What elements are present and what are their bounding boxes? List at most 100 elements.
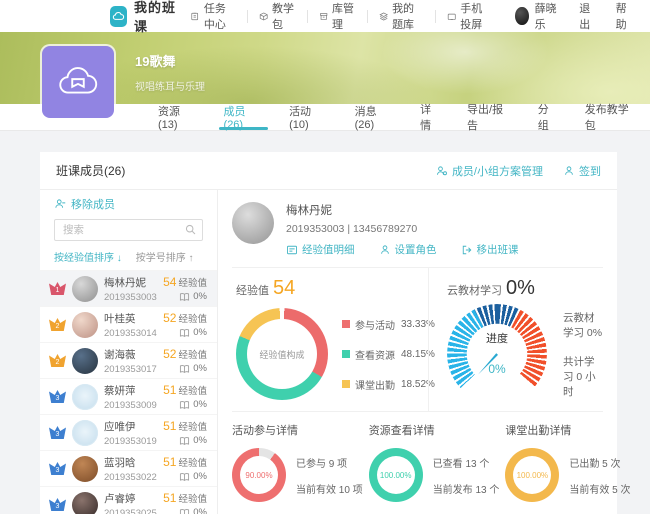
member-avatar — [72, 276, 98, 302]
checkin-button[interactable]: 签到 — [563, 163, 601, 179]
activity-donut-chart — [232, 448, 286, 502]
set-role-link[interactable]: 设置角色 — [379, 242, 437, 257]
person-minus-icon — [54, 198, 66, 210]
tab-members[interactable]: 成员(26) — [211, 104, 277, 130]
member-id: 2019353022 — [104, 472, 157, 483]
sort-by-id-button[interactable]: 按学号排序 ↑ — [136, 249, 194, 264]
sort-controls: 按经验值排序 ↓ 按学号排序 ↑ — [54, 249, 203, 264]
class-name: 19歌舞 — [135, 51, 205, 70]
member-id: 2019353009 — [104, 400, 157, 411]
member-name: 蓝羽晗 — [104, 455, 157, 470]
sort-by-exp-button[interactable]: 按经验值排序 ↓ — [54, 249, 122, 264]
profile-name: 梅林丹妮 — [286, 202, 519, 218]
member-row-7[interactable]: 3 卢睿婷 2019353025 51经验值 0% — [40, 486, 217, 514]
cloud-logo-icon — [110, 6, 127, 27]
nav-library-manage[interactable]: 库管理 — [308, 0, 367, 32]
user-name[interactable]: 薛晓乐 — [535, 0, 570, 32]
tab-resources[interactable]: 资源(13) — [145, 104, 211, 130]
member-row-5[interactable]: 3 应唯伊 2019353019 51经验值 0% — [40, 414, 217, 450]
member-row-4[interactable]: 3 蔡妍萍 2019353009 51经验值 0% — [40, 378, 217, 414]
attendance-present-text: 已出勤 5 次 — [569, 455, 630, 470]
member-exp: 52经验值 — [163, 311, 207, 325]
help-button[interactable]: 帮助 — [606, 0, 642, 32]
member-exp: 51经验值 — [163, 383, 207, 397]
attendance-total-text: 当前有效 5 次 — [569, 481, 630, 496]
rank-crown-icon: 3 — [49, 426, 66, 439]
tab-messages[interactable]: 消息(26) — [342, 104, 408, 130]
search-icon[interactable] — [184, 223, 197, 236]
exp-detail-link[interactable]: 经验值明细 — [286, 242, 355, 257]
tab-activities[interactable]: 活动(10) — [276, 104, 342, 130]
search-input[interactable] — [54, 219, 203, 241]
member-id: 2019353014 — [104, 328, 157, 339]
card-body: 移除成员 按经验值排序 ↓ 按学号排序 ↑ 1 梅林丹妮 — [40, 190, 617, 514]
member-study: 0% — [163, 291, 207, 302]
member-row-3[interactable]: 2 谢海薇 2019353017 52经验值 0% — [40, 342, 217, 378]
group-plan-manage-button[interactable]: 成员/小组方案管理 — [436, 163, 543, 179]
navbar-right: 任务中心 教学包 库管理 我的题库 手机投屏 薛晓乐 退出 帮助 — [179, 0, 642, 32]
nav-task-center[interactable]: 任务中心 — [179, 0, 246, 32]
member-avatar — [72, 312, 98, 338]
member-id: 2019353025 — [104, 508, 157, 514]
tab-publish-pack[interactable]: 发布教学包 — [572, 104, 650, 130]
member-study: 0% — [163, 507, 207, 514]
member-row-2[interactable]: 2 叶桂英 2019353014 52经验值 0% — [40, 306, 217, 342]
legend-swatch — [342, 320, 350, 328]
member-name: 应唯伊 — [104, 419, 157, 434]
book-icon — [179, 436, 190, 446]
app-title: 我的班课 — [134, 0, 179, 35]
member-id: 2019353003 — [104, 292, 157, 303]
phone-icon — [447, 10, 456, 23]
member-list-panel: 移除成员 按经验值排序 ↓ 按学号排序 ↑ 1 梅林丹妮 — [40, 190, 218, 514]
cloud-study-hours-text: 共计学习 0 小时 — [563, 354, 603, 399]
member-row-6[interactable]: 3 蓝羽晗 2019353022 51经验值 0% — [40, 450, 217, 486]
rank-crown-icon: 1 — [49, 282, 66, 295]
user-avatar[interactable] — [515, 7, 528, 25]
nav-question-bank[interactable]: 我的题库 — [368, 0, 435, 32]
profile-avatar — [232, 202, 274, 244]
remove-member-button[interactable]: 移除成员 — [54, 196, 203, 212]
member-study: 0% — [163, 363, 207, 374]
package-icon — [259, 10, 268, 23]
legend-item: 查看资源48.15% — [342, 347, 435, 362]
member-row-1[interactable]: 1 梅林丹妮 2019353003 54经验值 0% — [40, 270, 217, 306]
member-list: 1 梅林丹妮 2019353003 54经验值 0% 2 — [40, 270, 217, 514]
tab-details[interactable]: 详情 — [407, 104, 454, 130]
attendance-detail-title: 课堂出勤详情 — [505, 422, 630, 438]
tab-groups[interactable]: 分组 — [525, 104, 572, 130]
person-check-icon — [563, 165, 575, 177]
member-name: 蔡妍萍 — [104, 383, 157, 398]
class-info: 19歌舞 视唱练耳与乐理 — [135, 51, 205, 93]
member-search — [54, 219, 203, 241]
member-study: 0% — [163, 471, 207, 482]
member-avatar — [72, 492, 98, 514]
experience-value: 54 — [273, 277, 295, 299]
resource-detail-panel: 资源查看详情 已查看 13 个 当前发布 13 个 — [369, 422, 506, 514]
member-study: 0% — [163, 327, 207, 338]
layers-icon — [379, 10, 388, 23]
logout-button[interactable]: 退出 — [569, 0, 605, 32]
progress-gauge-chart: 进度 0% — [447, 304, 547, 404]
app-logo[interactable]: 我的班课 — [110, 0, 179, 35]
experience-donut-chart — [236, 308, 328, 400]
member-exp: 51经验值 — [163, 455, 207, 469]
resource-detail-title: 资源查看详情 — [369, 422, 500, 438]
member-study: 0% — [163, 435, 207, 446]
member-avatar — [72, 348, 98, 374]
charts-row: 经验值54 参与活动33.33% 查看资源48.15% 课堂出勤18.52% — [232, 267, 603, 411]
activity-joined-text: 已参与 9 项 — [296, 455, 363, 470]
member-name: 卢睿婷 — [104, 491, 157, 506]
nav-screen-cast[interactable]: 手机投屏 — [436, 0, 503, 32]
activity-detail-panel: 活动参与详情 已参与 9 项 当前有效 10 项 — [232, 422, 369, 514]
rank-crown-icon: 3 — [49, 498, 66, 511]
nav-teaching-pack[interactable]: 教学包 — [248, 0, 307, 32]
remove-from-class-link[interactable]: 移出班课 — [461, 242, 519, 257]
class-subtitle: 视唱练耳与乐理 — [135, 78, 205, 93]
resource-donut-chart — [369, 448, 423, 502]
member-detail-panel: 梅林丹妮 2019353003 | 13456789270 经验值明细 设置角色 — [218, 190, 617, 514]
tab-export-report[interactable]: 导出/报告 — [454, 104, 525, 130]
rank-crown-icon: 2 — [49, 354, 66, 367]
experience-title: 经验值54 — [236, 277, 428, 300]
experience-legend: 参与活动33.33% 查看资源48.15% 课堂出勤18.52% — [342, 317, 435, 392]
class-cover — [42, 46, 114, 118]
